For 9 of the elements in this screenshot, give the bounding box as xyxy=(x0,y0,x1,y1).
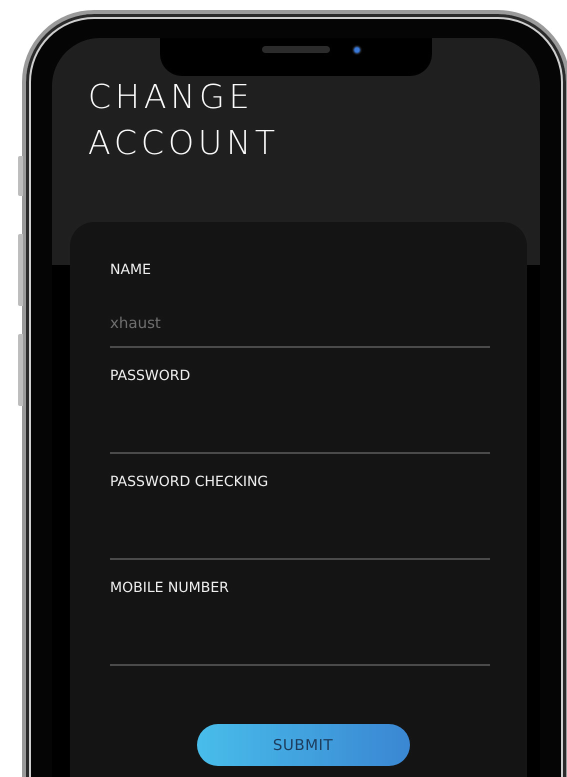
field-label: NAME xyxy=(110,261,152,280)
field-label: PASSWORD xyxy=(110,367,192,386)
submit-button[interactable]: SUBMIT xyxy=(196,724,410,766)
input-field[interactable]: xhaust xyxy=(110,280,490,348)
page-title: CHANGE ACCOUNT xyxy=(88,76,280,164)
camera-icon xyxy=(352,45,362,55)
field-label: PASSWORD CHECKING xyxy=(110,473,270,492)
speaker-grille-icon xyxy=(262,46,330,53)
field-label: MOBILE NUMBER xyxy=(110,579,230,598)
